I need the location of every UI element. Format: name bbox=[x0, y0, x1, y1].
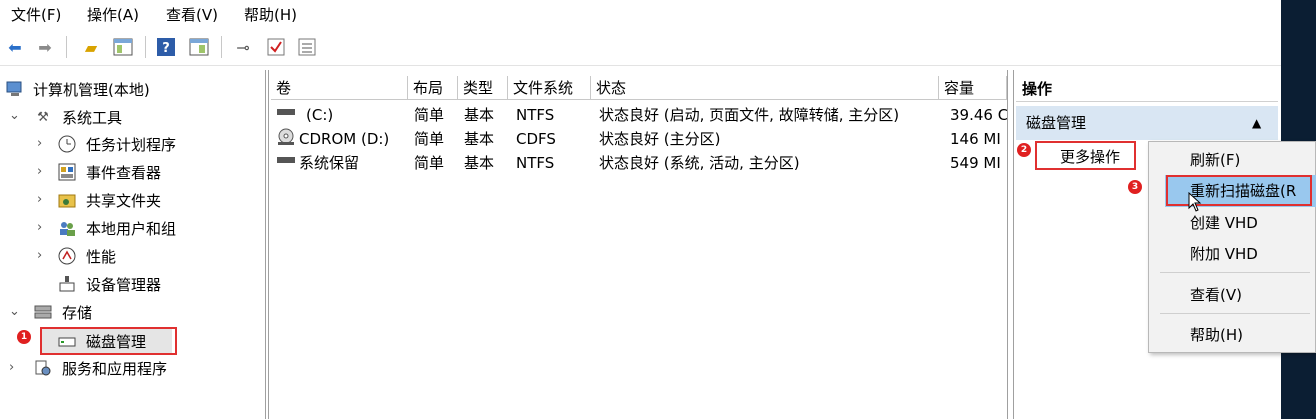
cell-volume: CDROM (D:) bbox=[299, 130, 390, 148]
tools-icon: ⚒ bbox=[37, 109, 49, 125]
forward-icon[interactable]: ➡ bbox=[34, 36, 56, 58]
tree-item-label: 任务计划程序 bbox=[86, 135, 177, 154]
cdrom-icon bbox=[277, 128, 295, 150]
actions-section-disk-management[interactable]: 磁盘管理 bbox=[1016, 106, 1278, 140]
cell-layout: 简单 bbox=[414, 154, 445, 172]
tree-item-label: 存储 bbox=[62, 303, 93, 322]
cell-capacity: 39.46 C bbox=[950, 106, 1007, 124]
shared-folder-icon bbox=[58, 191, 76, 209]
menu-file[interactable]: 文件(F) bbox=[11, 4, 61, 25]
tree-item-label: 性能 bbox=[86, 247, 117, 266]
menu-action[interactable]: 操作(A) bbox=[87, 4, 139, 25]
column-header-type[interactable]: 类型 bbox=[458, 76, 508, 100]
performance-icon bbox=[58, 247, 76, 265]
callout-box-2 bbox=[1035, 141, 1136, 170]
chevron-right-icon[interactable]: › bbox=[37, 248, 42, 263]
storage-icon bbox=[34, 303, 52, 321]
menu-separator bbox=[1160, 272, 1310, 273]
toolbar-separator bbox=[66, 36, 67, 58]
chevron-right-icon[interactable]: › bbox=[37, 192, 42, 207]
column-header-volume[interactable]: 卷 bbox=[271, 76, 408, 100]
chevron-right-icon[interactable]: › bbox=[37, 164, 42, 179]
tree-root-label: 计算机管理(本地) bbox=[33, 80, 150, 99]
drive-icon bbox=[277, 157, 295, 163]
tree-item-label: 设备管理器 bbox=[86, 275, 162, 294]
cell-type: 基本 bbox=[464, 130, 495, 148]
column-header-capacity[interactable]: 容量 bbox=[939, 76, 1007, 100]
menu-separator bbox=[1160, 313, 1310, 314]
chevron-right-icon[interactable]: › bbox=[9, 360, 14, 375]
event-viewer-icon bbox=[58, 163, 76, 181]
cell-status: 状态良好 (启动, 页面文件, 故障转储, 主分区) bbox=[599, 106, 900, 124]
toolbar-separator bbox=[221, 36, 222, 58]
drive-icon bbox=[277, 109, 295, 115]
services-icon bbox=[34, 359, 52, 377]
tree-item-label: 服务和应用程序 bbox=[62, 359, 168, 378]
cell-type: 基本 bbox=[464, 154, 495, 172]
menu-bar: 文件(F) 操作(A) 查看(V) 帮助(H) bbox=[0, 0, 1281, 30]
callout-badge-1: 1 bbox=[17, 330, 31, 344]
connect-icon[interactable]: ⊸ bbox=[232, 36, 254, 58]
mouse-cursor-icon bbox=[1188, 191, 1202, 216]
cell-volume: 系统保留 bbox=[299, 154, 360, 172]
list-icon[interactable] bbox=[296, 36, 318, 58]
menu-item-refresh[interactable]: 刷新(F) bbox=[1190, 149, 1240, 170]
cell-filesystem: CDFS bbox=[516, 130, 556, 148]
back-icon[interactable]: ⬅ bbox=[4, 36, 26, 58]
actions-header: 操作 bbox=[1016, 76, 1278, 102]
menu-view[interactable]: 查看(V) bbox=[166, 4, 218, 25]
column-header-status[interactable]: 状态 bbox=[591, 76, 939, 100]
clock-icon bbox=[58, 135, 76, 153]
menu-item-attach-vhd[interactable]: 附加 VHD bbox=[1190, 243, 1258, 264]
cell-volume: (C:) bbox=[306, 106, 334, 124]
show-hide-tree-icon[interactable] bbox=[112, 36, 134, 58]
collapse-triangle-icon[interactable]: ▲ bbox=[1252, 116, 1261, 130]
cell-filesystem: NTFS bbox=[516, 154, 555, 172]
cell-status: 状态良好 (主分区) bbox=[599, 130, 721, 148]
chevron-right-icon[interactable]: › bbox=[37, 136, 42, 151]
tree-item-label: 本地用户和组 bbox=[86, 219, 177, 238]
cell-filesystem: NTFS bbox=[516, 106, 555, 124]
chevron-down-icon[interactable]: ⌄ bbox=[9, 304, 20, 319]
cell-capacity: 549 MI bbox=[950, 154, 1001, 172]
column-header-filesystem[interactable]: 文件系统 bbox=[508, 76, 591, 100]
callout-box-1 bbox=[40, 327, 177, 355]
cell-layout: 简单 bbox=[414, 130, 445, 148]
menu-help[interactable]: 帮助(H) bbox=[244, 4, 297, 25]
callout-badge-2: 2 bbox=[1017, 143, 1031, 157]
toolbar-separator bbox=[145, 36, 146, 58]
menu-item-help[interactable]: 帮助(H) bbox=[1190, 324, 1243, 345]
up-folder-icon[interactable]: ▰ bbox=[80, 36, 102, 58]
device-manager-icon bbox=[58, 275, 76, 293]
toolbar: ⬅ ➡ ▰ ? ⊸ bbox=[0, 30, 1281, 66]
cell-status: 状态良好 (系统, 活动, 主分区) bbox=[599, 154, 800, 172]
cell-capacity: 146 MI bbox=[950, 130, 1001, 148]
menu-item-view[interactable]: 查看(V) bbox=[1190, 284, 1242, 305]
chevron-right-icon[interactable]: › bbox=[37, 220, 42, 235]
cell-type: 基本 bbox=[464, 106, 495, 124]
properties-icon[interactable] bbox=[188, 36, 210, 58]
tree-item-label: 系统工具 bbox=[62, 108, 123, 127]
column-header-layout[interactable]: 布局 bbox=[408, 76, 458, 100]
cell-layout: 简单 bbox=[414, 106, 445, 124]
help-icon[interactable]: ? bbox=[155, 36, 177, 58]
computer-management-icon bbox=[6, 80, 24, 98]
users-icon bbox=[58, 219, 76, 237]
callout-badge-3: 3 bbox=[1128, 180, 1142, 194]
tree-item-label: 事件查看器 bbox=[86, 163, 162, 182]
svg-text:?: ? bbox=[162, 41, 170, 56]
chevron-down-icon[interactable]: ⌄ bbox=[9, 108, 20, 123]
tree-item-label: 共享文件夹 bbox=[86, 191, 162, 210]
checkmark-icon[interactable] bbox=[265, 36, 287, 58]
